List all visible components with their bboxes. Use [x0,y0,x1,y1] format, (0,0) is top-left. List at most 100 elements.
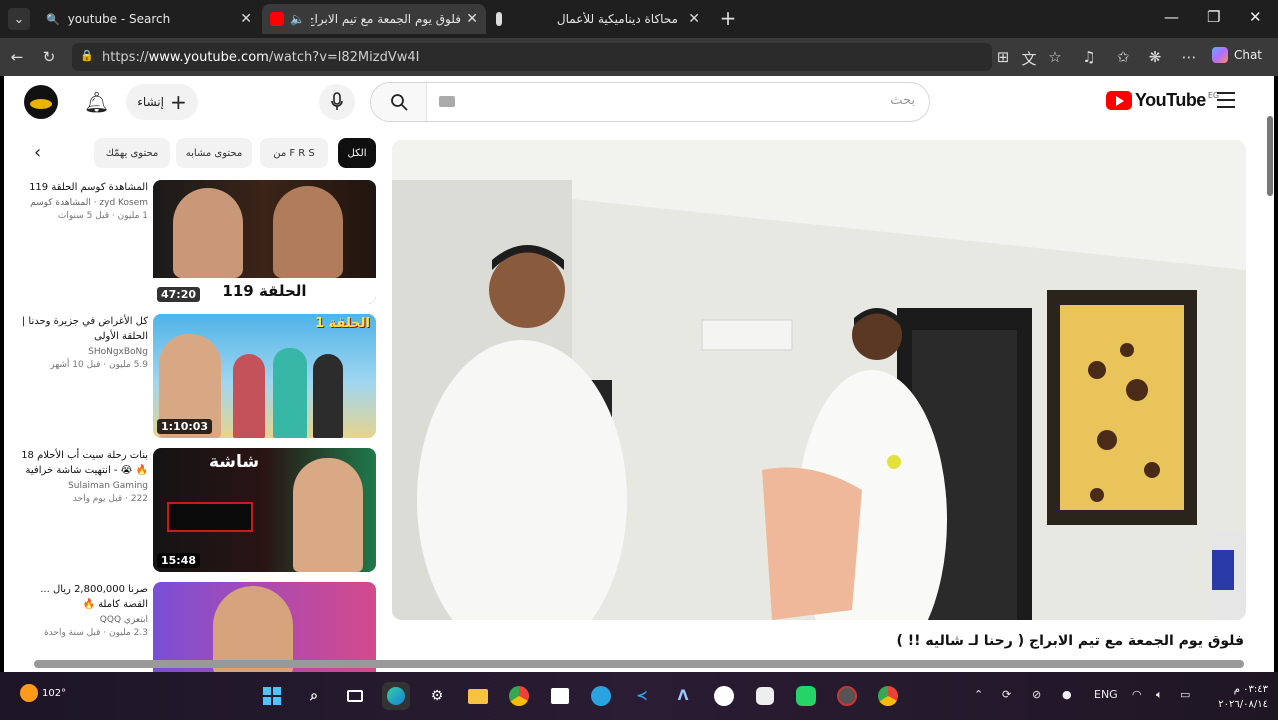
video-duration: 15:48 [157,553,201,568]
volume-icon[interactable]: 🔈︎ [1156,688,1163,702]
clock[interactable]: ٠٣:٤٣ م ٢٠٢٦/٠٨/١٤ [1212,682,1268,712]
task-view-icon[interactable] [341,682,369,710]
arc-app-icon[interactable]: Λ [669,682,697,710]
wifi-icon[interactable]: ◠ [1132,688,1142,701]
whatsapp-icon[interactable] [792,682,820,710]
tray-expand-icon[interactable]: ⌃ [974,688,983,701]
create-button[interactable]: إنشاء + [126,84,198,120]
site-info-icon[interactable]: 🔒 [80,49,94,62]
notifications-bell-icon[interactable]: 🔔︎ [84,90,109,114]
thumb-caption: شاشة [209,452,260,472]
chevron-left-icon[interactable]: ‹ [34,142,41,163]
refresh-icon[interactable]: ↻ [40,48,58,66]
video-title[interactable]: كل الأغراض في جزيرة وحدنا | الحلقة الأول… [14,314,148,344]
github-icon[interactable] [710,682,738,710]
more-icon[interactable]: ⋯ [1180,48,1198,66]
avatar[interactable] [24,85,58,119]
hamburger-menu-icon[interactable] [1217,92,1235,113]
copilot-chat-button[interactable]: Chat [1211,47,1262,63]
install-app-icon[interactable]: ⊞ [994,48,1012,66]
video-title[interactable]: بنات رحلة سيت أب الأحلام 18 🔥 😭 - انتهيت… [14,448,148,478]
address-bar[interactable]: 🔒 https://www.youtube.com/watch?v=l82Miz… [72,43,992,71]
settings-icon[interactable]: ⚙ [423,682,451,710]
search-icon[interactable]: ⌕ [300,682,328,710]
video-thumbnail[interactable] [153,582,376,672]
back-arrow-icon[interactable]: ← [8,48,26,66]
extension-icon[interactable]: ❋ [1146,48,1164,66]
telegram-icon[interactable] [587,682,615,710]
thumb-figure [273,348,307,438]
video-thumbnail[interactable]: الحلقة 1 1:10:03 [153,314,376,438]
channel-name[interactable]: SHoNgxBoNg [14,347,148,357]
url-path: /watch?v=l82MizdVw4I [268,49,420,65]
plus-icon: + [169,90,187,114]
chrome-icon[interactable] [505,682,533,710]
recommendation-item[interactable]: كل الأغراض في جزيرة وحدنا | الحلقة الأول… [14,314,376,438]
chip-similar[interactable]: محتوى مشابه [176,138,252,168]
weather-widget[interactable]: 102° [20,684,66,702]
video-thumbnail[interactable]: شاشة 15:48 [153,448,376,572]
media-control-icon[interactable]: ♫ [1080,48,1098,66]
recommendation-item[interactable]: بنات رحلة سيت أب الأحلام 18 🔥 😭 - انتهيت… [14,448,376,572]
minimize-icon[interactable]: — [1164,8,1179,26]
thumb-screen [167,502,253,532]
video-thumbnail[interactable]: الحلقة 119 47:20 [153,180,376,304]
file-explorer-icon[interactable] [464,682,492,710]
close-window-icon[interactable]: ✕ [1249,8,1262,26]
recommendation-meta: صرنا 2,800,000 ريال ... القصة كاملة 🔥 اب… [14,582,148,638]
store-icon[interactable] [546,682,574,710]
tab-active-video[interactable]: 🔈 فلوق يوم الجمعة مع تيم الابراج ✕ [262,4,486,34]
search-button[interactable] [371,83,427,121]
tab-business-sim[interactable]: محاكاة ديناميكية للأعمال ✕ [520,4,708,34]
recommendation-meta: المشاهدة كوسم الحلقة 119 zyd Kosem · الم… [14,180,148,221]
start-icon[interactable] [258,682,286,710]
thumb-caption: الحلقة 1 [315,316,370,331]
recommendation-item[interactable]: المشاهدة كوسم الحلقة 119 zyd Kosem · الم… [14,180,376,304]
favorite-star-icon[interactable]: ☆ [1046,48,1064,66]
sync-icon[interactable]: ⟳ [1002,688,1011,701]
voice-search-button[interactable] [319,84,355,120]
youtube-header: 🔔︎ إنشاء + بحث YouTube EG [4,76,1274,128]
close-tab-icon[interactable]: ✕ [466,11,478,27]
vscode-icon[interactable]: ≺ [628,682,656,710]
channel-name[interactable]: zyd Kosem · المشاهدة كوسم [14,198,148,208]
chip-all[interactable]: الكل [338,138,376,168]
horizontal-scrollbar[interactable] [34,660,1244,668]
microphone-icon[interactable]: ● [1062,688,1072,701]
ai-app-icon[interactable] [751,682,779,710]
chat-label: Chat [1233,48,1262,62]
channel-name[interactable]: ابتعزي QQQ [14,615,148,625]
tab-youtube-search[interactable]: 🔍 youtube - Search ✕ [38,4,260,34]
chrome-icon[interactable] [874,682,902,710]
new-tab-button[interactable]: + [716,6,740,30]
video-title[interactable]: صرنا 2,800,000 ريال ... القصة كاملة 🔥 [14,582,148,612]
speaker-icon[interactable]: 🔈 [290,12,305,26]
search-input[interactable]: بحث [890,93,915,108]
tab-title: فلوق يوم الجمعة مع تيم الابراج [310,12,461,26]
close-tab-icon[interactable]: ✕ [688,11,700,27]
tab-menu-button[interactable]: ⌄ [8,8,30,30]
chip-from-channel[interactable]: من F R S [260,138,328,168]
video-title[interactable]: المشاهدة كوسم الحلقة 119 [14,180,148,195]
media-app-icon[interactable] [833,682,861,710]
battery-icon[interactable]: ▭ [1180,688,1190,701]
restore-icon[interactable]: ❐ [1207,8,1220,26]
vertical-scrollbar[interactable] [1267,116,1273,196]
notifications-muted-icon[interactable]: ⊘ [1032,688,1041,701]
tab-title: محاكاة ديناميكية للأعمال [556,12,678,26]
edge-browser-icon[interactable] [382,682,410,710]
create-label: إنشاء [137,95,164,109]
close-tab-icon[interactable]: ✕ [240,11,252,27]
favorites-icon[interactable]: ✩ [1114,48,1132,66]
browser-tab-strip: ⌄ 🔍 youtube - Search ✕ 🔈 فلوق يوم الجمعة… [0,0,1278,38]
youtube-logo[interactable]: YouTube EG [1106,90,1219,111]
clock-date: ٢٠٢٦/٠٨/١٤ [1218,699,1268,710]
video-player[interactable] [392,140,1246,620]
chip-for-you[interactable]: محتوى يهمّك [94,138,170,168]
translate-icon[interactable]: 文 [1020,48,1038,69]
language-indicator[interactable]: ENG [1094,688,1118,701]
keyboard-icon[interactable] [439,96,455,107]
channel-name[interactable]: Sulaiman Gaming [14,481,148,491]
recommendation-item[interactable]: صرنا 2,800,000 ريال ... القصة كاملة 🔥 اب… [14,582,376,672]
tab-pinned[interactable] [488,4,516,34]
